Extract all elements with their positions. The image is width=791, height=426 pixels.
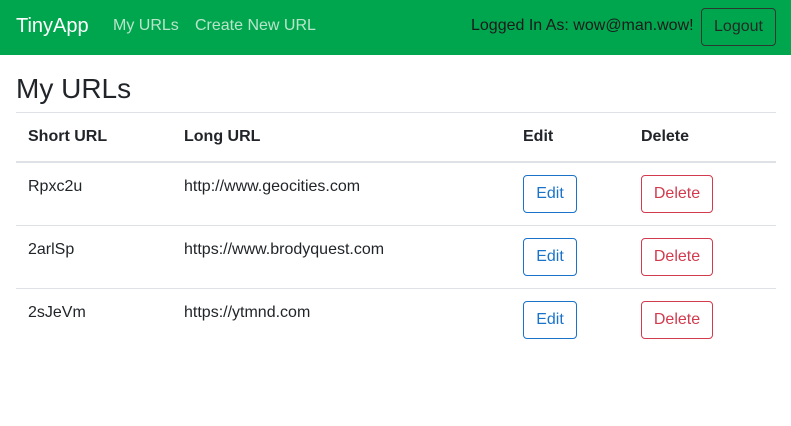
column-header-short-url: Short URL — [28, 128, 108, 145]
logout-button[interactable]: Logout — [701, 8, 776, 46]
nav-link-create-new-url[interactable]: Create New URL — [195, 16, 316, 36]
column-header-delete: Delete — [641, 128, 690, 145]
nav-link-my-urls[interactable]: My URLs — [113, 16, 179, 36]
table-top-border — [16, 112, 776, 113]
column-header-long-url: Long URL — [184, 128, 261, 145]
navbar: TinyApp My URLs Create New URL Logged In… — [0, 0, 791, 55]
logged-in-status: Logged In As: wow@man.wow! — [471, 17, 694, 34]
column-header-edit: Edit — [523, 128, 554, 145]
edit-button[interactable]: Edit — [523, 238, 577, 276]
long-url-cell: https://ytmnd.com — [184, 304, 311, 321]
delete-button[interactable]: Delete — [641, 175, 713, 213]
edit-button[interactable]: Edit — [523, 301, 577, 339]
edit-button[interactable]: Edit — [523, 175, 577, 213]
delete-button[interactable]: Delete — [641, 238, 713, 276]
table-header-divider — [16, 161, 776, 163]
row-divider — [16, 225, 776, 226]
short-url-cell[interactable]: 2arlSp — [28, 241, 74, 259]
short-url-cell[interactable]: Rpxc2u — [28, 178, 82, 196]
delete-button[interactable]: Delete — [641, 301, 713, 339]
long-url-cell: https://www.brodyquest.com — [184, 241, 385, 258]
page-title: My URLs — [16, 73, 132, 104]
long-url-cell: http://www.geocities.com — [184, 178, 361, 195]
brand-link[interactable]: TinyApp — [16, 13, 89, 39]
row-divider — [16, 288, 776, 289]
short-url-cell[interactable]: 2sJeVm — [28, 304, 86, 322]
